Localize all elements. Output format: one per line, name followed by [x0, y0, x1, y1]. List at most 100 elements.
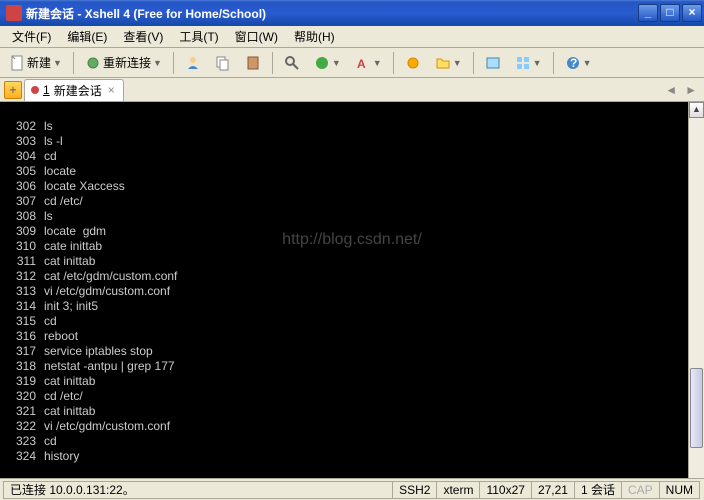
separator: [473, 52, 474, 74]
line-number: 308: [4, 209, 44, 224]
app-icon: [6, 5, 22, 21]
copy-icon: [215, 55, 231, 71]
command-text: init 3; init5: [44, 299, 98, 314]
window-title: 新建会话 - Xshell 4 (Free for Home/School): [26, 5, 638, 22]
tab-session[interactable]: 1 新建会话 ×: [24, 79, 124, 101]
line-number: 303: [4, 134, 44, 149]
command-text: cat inittab: [44, 404, 95, 419]
palette-icon: [314, 55, 330, 71]
titlebar: 新建会话 - Xshell 4 (Free for Home/School) _…: [0, 0, 704, 26]
tool3-button[interactable]: [480, 52, 506, 74]
scroll-track[interactable]: [689, 118, 704, 478]
command-text: cd /etc/: [44, 194, 83, 209]
history-line: 317service iptables stop: [4, 344, 700, 359]
command-text: cd: [44, 434, 57, 449]
separator: [73, 52, 74, 74]
window-controls: _ □ ×: [638, 4, 702, 22]
window-icon: [485, 55, 501, 71]
reconnect-button[interactable]: 重新连接 ▼: [80, 51, 167, 74]
tab-prev-button[interactable]: ◄: [662, 83, 680, 97]
line-number: 322: [4, 419, 44, 434]
chevron-down-icon: ▼: [453, 58, 462, 68]
line-number: 306: [4, 179, 44, 194]
scrollbar[interactable]: ▲ ▼: [688, 102, 704, 494]
history-line: 322vi /etc/gdm/custom.conf: [4, 419, 700, 434]
status-size: 110x27: [479, 481, 531, 499]
line-number: 310: [4, 239, 44, 254]
tab-close-button[interactable]: ×: [106, 83, 117, 97]
status-dot-icon: [31, 86, 39, 94]
user-icon: [185, 55, 201, 71]
line-number: 307: [4, 194, 44, 209]
close-button[interactable]: ×: [682, 4, 702, 22]
history-line: 314init 3; init5: [4, 299, 700, 314]
line-number: 319: [4, 374, 44, 389]
command-text: locate gdm: [44, 224, 106, 239]
command-text: cat /etc/gdm/custom.conf: [44, 269, 177, 284]
line-number: 320: [4, 389, 44, 404]
tool2-button[interactable]: ▼: [430, 52, 467, 74]
command-text: reboot: [44, 329, 78, 344]
color-button[interactable]: ▼: [309, 52, 346, 74]
scroll-thumb[interactable]: [690, 368, 703, 448]
scroll-up-button[interactable]: ▲: [689, 102, 704, 118]
svg-text:?: ?: [570, 56, 577, 70]
command-text: locate: [44, 164, 76, 179]
history-line: 302ls: [4, 119, 700, 134]
menu-window[interactable]: 窗口(W): [227, 26, 286, 47]
paste-icon: [245, 55, 261, 71]
new-button[interactable]: 新建 ▼: [4, 51, 67, 74]
font-button[interactable]: A▼: [350, 52, 387, 74]
chevron-down-icon: ▼: [373, 58, 382, 68]
history-line: 316reboot: [4, 329, 700, 344]
status-term: xterm: [436, 481, 480, 499]
terminal[interactable]: 302ls303ls -l304cd305locate306locate Xac…: [0, 102, 704, 494]
history-line: 307cd /etc/: [4, 194, 700, 209]
add-tab-button[interactable]: +: [4, 81, 22, 99]
help-icon: ?: [565, 55, 581, 71]
help-button[interactable]: ?▼: [560, 52, 597, 74]
menu-edit[interactable]: 编辑(E): [59, 26, 115, 47]
history-line: 319cat inittab: [4, 374, 700, 389]
copy-button[interactable]: [210, 52, 236, 74]
tabbar: + 1 新建会话 × ◄ ►: [0, 78, 704, 102]
minimize-button[interactable]: _: [638, 4, 658, 22]
tab-next-button[interactable]: ►: [682, 83, 700, 97]
menu-file[interactable]: 文件(F): [4, 26, 59, 47]
history-line: 310cate inittab: [4, 239, 700, 254]
tool1-button[interactable]: [400, 52, 426, 74]
paste-button[interactable]: [240, 52, 266, 74]
command-text: netstat -antpu | grep 177: [44, 359, 175, 374]
menu-tools[interactable]: 工具(T): [171, 26, 226, 47]
command-text: cat inittab: [44, 254, 95, 269]
status-num: NUM: [659, 481, 700, 499]
history-line: 303ls -l: [4, 134, 700, 149]
separator: [272, 52, 273, 74]
maximize-button[interactable]: □: [660, 4, 680, 22]
profile-button[interactable]: [180, 52, 206, 74]
menu-view[interactable]: 查看(V): [115, 26, 171, 47]
line-number: 323: [4, 434, 44, 449]
history-line: 315cd: [4, 314, 700, 329]
tool4-button[interactable]: ▼: [510, 52, 547, 74]
plug-icon: [85, 55, 101, 71]
history-line: 313vi /etc/gdm/custom.conf: [4, 284, 700, 299]
command-text: vi /etc/gdm/custom.conf: [44, 284, 170, 299]
history-line: 304cd: [4, 149, 700, 164]
line-number: 304: [4, 149, 44, 164]
grid-icon: [515, 55, 531, 71]
history-line: 320cd /etc/: [4, 389, 700, 404]
command-text: ls: [44, 209, 53, 224]
command-text: history: [44, 449, 79, 464]
line-number: 316: [4, 329, 44, 344]
line-number: 302: [4, 119, 44, 134]
find-button[interactable]: [279, 52, 305, 74]
line-number: 315: [4, 314, 44, 329]
line-number: 313: [4, 284, 44, 299]
command-text: vi /etc/gdm/custom.conf: [44, 419, 170, 434]
font-icon: A: [355, 55, 371, 71]
menubar: 文件(F) 编辑(E) 查看(V) 工具(T) 窗口(W) 帮助(H): [0, 26, 704, 48]
chevron-down-icon: ▼: [153, 58, 162, 68]
menu-help[interactable]: 帮助(H): [286, 26, 343, 47]
history-line: 305locate: [4, 164, 700, 179]
